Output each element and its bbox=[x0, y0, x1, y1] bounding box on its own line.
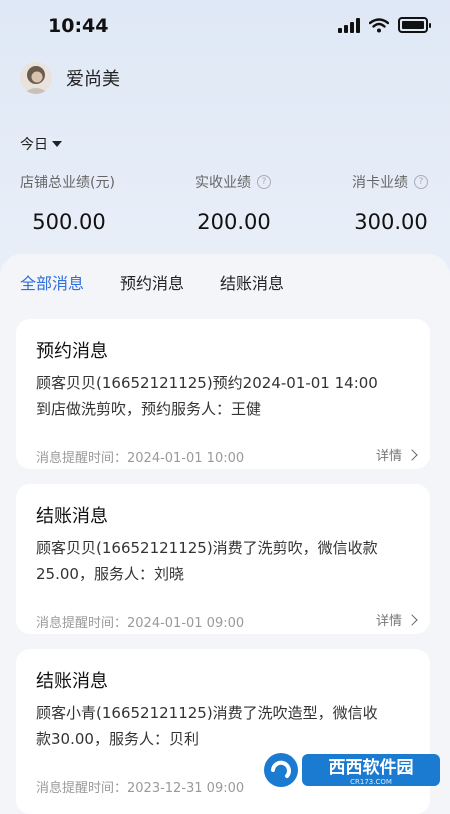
tab-appointment-messages[interactable]: 预约消息 bbox=[120, 270, 184, 294]
message-reminder-time: 消息提醒时间：2023-12-31 09:00 bbox=[36, 781, 245, 796]
message-reminder-time: 消息提醒时间：2024-01-01 09:00 bbox=[36, 616, 245, 631]
tab-all-messages[interactable]: 全部消息 bbox=[20, 270, 84, 294]
performance-stats: 店铺总业绩(元) 500.00 实收业绩? 200.00 消卡业绩? 300.0… bbox=[0, 172, 450, 242]
svg-text:西西软件园: 西西软件园 bbox=[329, 757, 414, 778]
avatar[interactable] bbox=[20, 62, 52, 94]
help-icon[interactable]: ? bbox=[414, 175, 428, 189]
detail-label: 详情 bbox=[375, 614, 402, 629]
message-body-line: 25.00，服务人：刘晓 bbox=[36, 565, 184, 583]
user-header: 爱尚美 bbox=[20, 62, 120, 94]
message-title: 预约消息 bbox=[36, 341, 108, 362]
message-body: 顾客贝贝(16652121125)预约2024-01-01 14:00 到店做洗… bbox=[36, 370, 421, 422]
status-time: 10:44 bbox=[48, 15, 109, 37]
chevron-right-icon bbox=[406, 613, 418, 626]
stat-value: 200.00 bbox=[197, 210, 271, 234]
message-body-line: 顾客贝贝(16652121125)消费了洗剪吹，微信收款 bbox=[36, 539, 378, 557]
wifi-icon bbox=[369, 17, 389, 32]
date-filter-dropdown[interactable]: 今日 bbox=[20, 134, 62, 154]
caret-down-icon bbox=[52, 141, 62, 147]
message-body: 顾客小青(16652121125)消费了洗吹造型，微信收 款30.00，服务人：… bbox=[36, 700, 421, 752]
message-title: 结账消息 bbox=[36, 506, 108, 527]
stat-total-performance: 店铺总业绩(元) 500.00 bbox=[20, 172, 118, 234]
stat-value: 300.00 bbox=[354, 210, 428, 234]
date-filter-label: 今日 bbox=[20, 137, 48, 153]
message-card[interactable]: 结账消息 顾客贝贝(16652121125)消费了洗剪吹，微信收款 25.00，… bbox=[16, 484, 430, 634]
message-title: 结账消息 bbox=[36, 671, 108, 692]
battery-icon bbox=[398, 17, 431, 33]
detail-link[interactable]: 详情 bbox=[375, 445, 418, 464]
stat-label: 店铺总业绩(元) bbox=[20, 175, 115, 191]
message-tabs: 全部消息 预约消息 结账消息 bbox=[20, 270, 284, 294]
message-body-line: 款30.00，服务人：贝利 bbox=[36, 730, 199, 748]
message-body-line: 顾客贝贝(16652121125)预约2024-01-01 14:00 bbox=[36, 374, 378, 392]
status-icons bbox=[338, 17, 431, 33]
username: 爱尚美 bbox=[66, 69, 120, 90]
message-body: 顾客贝贝(16652121125)消费了洗剪吹，微信收款 25.00，服务人：刘… bbox=[36, 535, 421, 587]
detail-link[interactable]: 详情 bbox=[375, 610, 418, 629]
message-body-line: 顾客小青(16652121125)消费了洗吹造型，微信收 bbox=[36, 704, 378, 722]
stat-card-consumption-performance: 消卡业绩? 300.00 bbox=[352, 172, 430, 234]
stat-label: 实收业绩 bbox=[195, 175, 251, 191]
tab-checkout-messages[interactable]: 结账消息 bbox=[220, 270, 284, 294]
cellular-signal-icon bbox=[338, 17, 360, 33]
stat-label: 消卡业绩 bbox=[352, 175, 408, 191]
stat-value: 500.00 bbox=[32, 210, 106, 234]
svg-text:CR173.COM: CR173.COM bbox=[350, 778, 392, 786]
chevron-right-icon bbox=[406, 448, 418, 461]
status-bar: 10:44 bbox=[0, 0, 450, 52]
stat-received-performance: 实收业绩? 200.00 bbox=[195, 172, 273, 234]
help-icon[interactable]: ? bbox=[257, 175, 271, 189]
messages-panel: 全部消息 预约消息 结账消息 预约消息 顾客贝贝(16652121125)预约2… bbox=[0, 254, 450, 814]
message-card[interactable]: 预约消息 顾客贝贝(16652121125)预约2024-01-01 14:00… bbox=[16, 319, 430, 469]
site-watermark-logo: 西西软件园 CR173.COM bbox=[264, 753, 440, 787]
detail-label: 详情 bbox=[375, 449, 402, 464]
message-body-line: 到店做洗剪吹，预约服务人：王健 bbox=[36, 400, 262, 418]
message-reminder-time: 消息提醒时间：2024-01-01 10:00 bbox=[36, 451, 245, 466]
